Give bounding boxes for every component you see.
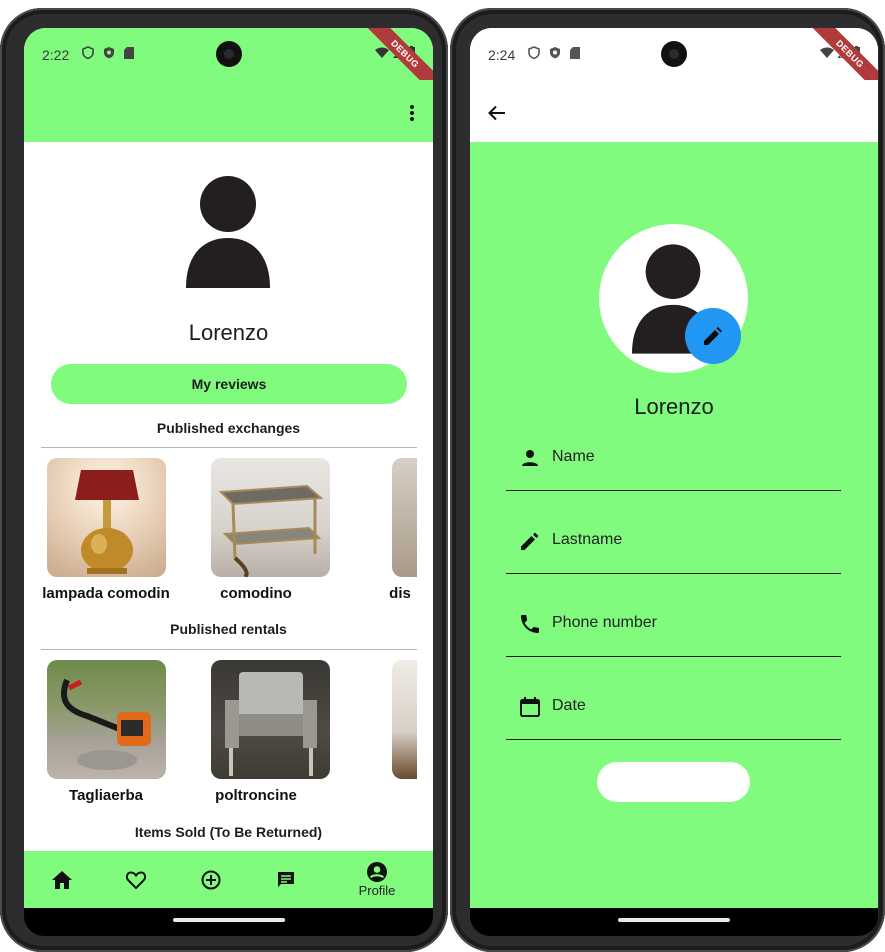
arrow-back-icon[interactable] <box>488 105 506 121</box>
gesture-area <box>24 908 433 936</box>
nav-messages[interactable] <box>256 851 316 908</box>
name-input[interactable] <box>552 444 832 470</box>
nav-profile[interactable]: Profile <box>347 851 407 908</box>
side-table-image <box>218 484 324 577</box>
phone-frame-left: 2:22 DEBUG Lorenzo My reviews Published … <box>0 8 448 952</box>
item-thumbnail[interactable] <box>47 660 166 779</box>
nav-favorites[interactable] <box>106 851 166 908</box>
published-rentals-list[interactable]: Tagliaerba poltroncine <box>41 654 417 809</box>
published-exchanges-list[interactable]: lampada comodin comodino dis <box>41 452 417 607</box>
item-label: lampada comodin <box>42 585 170 602</box>
chat-icon <box>278 871 294 887</box>
section-title-items-sold: Items Sold (To Be Returned) <box>134 824 323 840</box>
edit-avatar-button[interactable] <box>685 308 741 364</box>
item-thumbnail[interactable] <box>211 458 330 577</box>
section-title-published-rentals: Published rentals <box>170 621 287 637</box>
home-indicator[interactable] <box>618 918 730 922</box>
section-divider <box>41 447 417 448</box>
status-bar: 2:22 DEBUG <box>24 28 433 96</box>
status-time: 2:24 <box>488 47 516 63</box>
shield-icon <box>104 47 114 59</box>
pencil-icon <box>704 327 722 345</box>
heart-icon <box>126 870 146 889</box>
profile-username: Lorenzo <box>188 320 269 345</box>
status-notification-icons <box>82 46 134 59</box>
status-bar: 2:24 DEBUG <box>470 28 878 96</box>
item-label: comodino <box>220 585 292 602</box>
item-thumbnail[interactable] <box>47 458 166 577</box>
shield-outline-icon <box>82 46 94 59</box>
phone-field <box>506 608 841 657</box>
more-vert-icon[interactable] <box>409 104 415 122</box>
item-thumbnail[interactable] <box>392 458 417 577</box>
date-field <box>506 691 841 740</box>
edit-profile-screen: 2:24 DEBUG Lorenzo Name Lastname Phone n… <box>470 28 878 908</box>
section-divider <box>41 649 417 650</box>
bottom-navigation: Profile <box>24 851 433 908</box>
date-input[interactable] <box>552 693 832 719</box>
sd-card-icon <box>570 46 580 59</box>
account-circle-icon <box>367 861 387 882</box>
front-camera <box>661 41 687 67</box>
nav-add[interactable] <box>181 851 241 908</box>
item-thumbnail[interactable] <box>211 660 330 779</box>
front-camera <box>216 41 242 67</box>
status-time: 2:22 <box>42 47 70 63</box>
home-indicator[interactable] <box>172 918 285 922</box>
trimmer-image <box>60 678 151 770</box>
phone-input[interactable] <box>552 610 832 636</box>
add-circle-icon <box>201 870 221 889</box>
shield-outline-icon <box>528 46 540 59</box>
profile-username: Lorenzo <box>634 394 714 419</box>
shield-icon <box>550 47 560 59</box>
armchair-image <box>225 672 317 776</box>
edit-profile-content: Lorenzo <box>470 142 878 908</box>
gesture-area <box>470 908 878 936</box>
app-bar <box>24 80 433 142</box>
person-icon <box>522 450 538 466</box>
app-bar <box>470 80 878 142</box>
item-thumbnail[interactable] <box>392 660 417 779</box>
item-label: Tagliaerba <box>69 787 143 804</box>
home-icon <box>52 870 72 889</box>
profile-screen: 2:22 DEBUG Lorenzo My reviews Published … <box>24 28 433 908</box>
item-label: poltroncine <box>215 787 297 804</box>
save-button[interactable] <box>597 762 750 802</box>
phone-icon <box>521 615 539 633</box>
nav-profile-label: Profile <box>358 882 396 898</box>
item-label: dis <box>389 585 411 602</box>
lastname-field <box>506 525 841 574</box>
profile-content: Lorenzo My reviews Published exchanges l… <box>24 142 433 852</box>
my-reviews-button[interactable]: My reviews <box>51 364 407 404</box>
section-title-published-exchanges: Published exchanges <box>156 420 301 436</box>
sd-card-icon <box>124 46 134 59</box>
calendar-icon <box>520 697 540 717</box>
name-field <box>506 442 841 491</box>
lastname-input[interactable] <box>552 527 832 553</box>
nav-home[interactable] <box>32 851 92 908</box>
lamp-image <box>75 470 139 574</box>
status-notification-icons <box>528 46 580 59</box>
phone-frame-right: 2:24 DEBUG Lorenzo Name Lastname Phone n… <box>450 8 885 952</box>
pencil-icon <box>521 532 539 550</box>
person-icon <box>186 176 270 288</box>
